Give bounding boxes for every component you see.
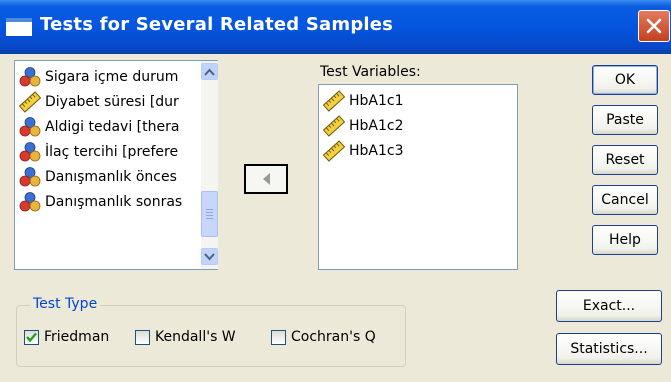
list-item[interactable]: Diyabet süresi [dur (19, 90, 195, 114)
help-button[interactable]: Help (592, 225, 658, 255)
paste-button[interactable]: Paste (592, 105, 658, 135)
list-item-label: HbA1c2 (349, 118, 404, 134)
list-item[interactable]: Sigara içme durum (19, 65, 195, 89)
exact-button[interactable]: Exact... (556, 290, 662, 322)
cochrans-q-checkbox[interactable]: Cochran's Q (271, 329, 376, 345)
scale-variable-icon (19, 91, 41, 113)
chevron-down-icon (204, 252, 215, 260)
nominal-variable-icon (19, 66, 41, 88)
list-item[interactable]: Aldigi tedavi [thera (19, 115, 195, 139)
list-item-label: Diyabet süresi [dur (45, 94, 179, 110)
scale-variable-icon (323, 90, 345, 112)
checkbox-label: Kendall's W (155, 329, 236, 345)
scroll-down-button[interactable] (201, 248, 218, 265)
reset-button[interactable]: Reset (592, 145, 658, 175)
move-variable-button[interactable] (244, 164, 288, 194)
kendalls-w-checkbox[interactable]: Kendall's W (135, 329, 236, 345)
checkbox-box[interactable] (135, 329, 150, 345)
window-icon (6, 18, 32, 36)
chevron-up-icon (204, 68, 215, 76)
scale-variable-icon (323, 115, 345, 137)
list-item-label: Danışmanlık önces (45, 169, 177, 185)
list-item-label: İlaç tercihi [prefere (45, 144, 179, 160)
ok-button[interactable]: OK (592, 65, 658, 95)
arrow-left-icon (263, 173, 270, 185)
list-item[interactable]: Danışmanlık önces (19, 165, 195, 189)
nominal-variable-icon (19, 141, 41, 163)
scroll-up-button[interactable] (201, 63, 218, 80)
cancel-button[interactable]: Cancel (592, 185, 658, 215)
window-title: Tests for Several Related Samples (40, 14, 394, 35)
nominal-variable-icon (19, 191, 41, 213)
checkbox-box[interactable] (271, 329, 286, 345)
vertical-scrollbar[interactable] (201, 61, 218, 269)
dialog-window: Tests for Several Related Samples Sigara… (0, 0, 671, 382)
list-item[interactable]: HbA1c1 (323, 89, 404, 113)
list-item[interactable]: HbA1c3 (323, 139, 404, 163)
list-item-label: HbA1c1 (349, 93, 404, 109)
checkbox-label: Cochran's Q (291, 329, 376, 345)
close-button[interactable] (638, 10, 670, 42)
scale-variable-icon (323, 140, 345, 162)
statistics-button[interactable]: Statistics... (556, 333, 662, 365)
scroll-thumb[interactable] (201, 191, 218, 237)
list-item[interactable]: Danışmanlık sonras (19, 190, 195, 214)
list-item[interactable]: HbA1c2 (323, 114, 404, 138)
nominal-variable-icon (19, 116, 41, 138)
test-variables-label: Test Variables: (320, 64, 421, 80)
source-variable-list[interactable]: Sigara içme durum Diyabet süresi [dur Al… (14, 60, 218, 270)
list-item[interactable]: İlaç tercihi [prefere (19, 140, 195, 164)
checkbox-box[interactable] (24, 329, 39, 345)
checkbox-label: Friedman (44, 329, 110, 345)
test-type-title: Test Type (30, 296, 101, 312)
list-item-label: HbA1c3 (349, 143, 404, 159)
list-item-label: Danışmanlık sonras (45, 194, 183, 210)
friedman-checkbox[interactable]: Friedman (24, 329, 109, 345)
list-item-label: Sigara içme durum (45, 69, 179, 85)
nominal-variable-icon (19, 166, 41, 188)
checkmark-icon (26, 332, 37, 342)
test-variables-list[interactable]: HbA1c1 HbA1c2 HbA1c3 (318, 84, 518, 270)
list-item-label: Aldigi tedavi [thera (45, 119, 180, 135)
close-icon (646, 18, 662, 34)
title-bar[interactable]: Tests for Several Related Samples (0, 0, 671, 54)
